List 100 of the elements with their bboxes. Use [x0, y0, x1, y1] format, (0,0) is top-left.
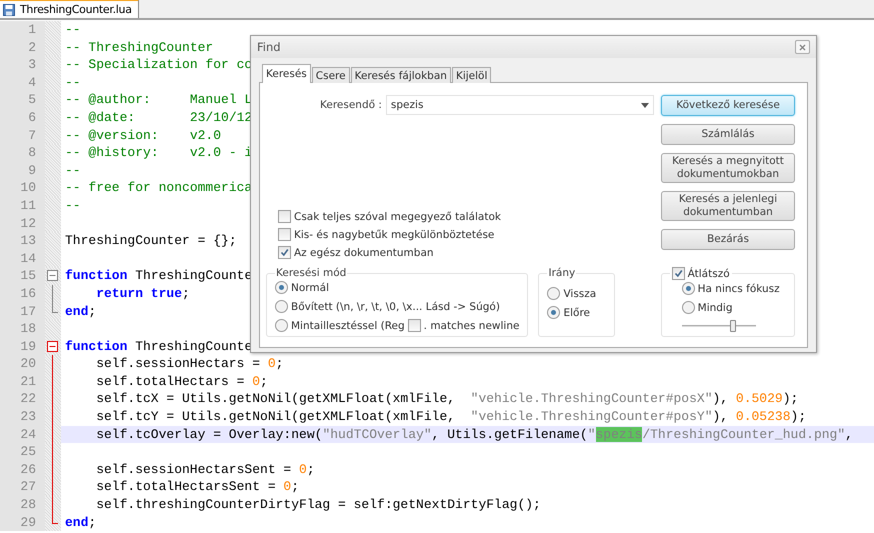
code-line: self.sessionHectarsSent = 0;	[96, 460, 315, 478]
radio-label: Mindig	[698, 302, 733, 314]
radio-button[interactable]	[275, 319, 288, 332]
dialog-tab[interactable]: Csere	[312, 67, 350, 83]
dialog-button[interactable]: Következő keresése	[661, 95, 795, 116]
fold-margin	[45, 214, 61, 232]
line-number: 4	[0, 74, 45, 92]
line-number: 23	[0, 408, 45, 426]
checkbox[interactable]	[278, 210, 291, 223]
fold-margin	[45, 91, 61, 109]
line-number: 20	[0, 355, 45, 373]
fold-margin	[45, 108, 61, 127]
checkbox[interactable]	[408, 319, 421, 332]
line-number: 9	[0, 162, 45, 180]
fold-margin	[45, 126, 61, 144]
code-line: --	[65, 74, 81, 92]
fold-margin	[45, 162, 61, 180]
fold-margin	[45, 250, 61, 268]
code-line: self.tcY = Utils.getNoNil(getXMLFloat(xmlFile, "vehicle.ThreshingCounter#posY"), 0.05238);	[96, 408, 806, 426]
line-number: 29	[0, 514, 45, 532]
line-number: 7	[0, 126, 45, 144]
fold-margin	[45, 196, 61, 215]
group-title: Irány	[547, 267, 576, 279]
checkbox[interactable]	[672, 267, 685, 280]
line-number: 3	[0, 56, 45, 74]
fold-margin	[45, 38, 61, 56]
fold-margin	[45, 320, 61, 338]
code-line: self.totalHectars = 0;	[96, 372, 268, 390]
file-tab[interactable]: ThreshingCounter.lua	[0, 0, 139, 18]
dialog-tab[interactable]: Keresés	[262, 64, 311, 83]
code-line: --	[65, 21, 81, 39]
dialog-button[interactable]: Bezárás	[661, 229, 795, 250]
line-number: 17	[0, 302, 45, 320]
line-number: 13	[0, 232, 45, 250]
code-line: self.threshingCounterDirtyFlag = self:getNextDirtyFlag();	[96, 496, 541, 514]
checkbox[interactable]	[278, 228, 291, 241]
radio-button[interactable]	[275, 300, 288, 313]
search-label: Keresendő :	[320, 99, 382, 111]
code-line: end;	[65, 302, 96, 320]
slider-thumb[interactable]	[730, 320, 736, 332]
radio-label: Bővített (\n, \r, \t, \0, \x... Lásd -> Súgó)	[291, 300, 500, 312]
close-button[interactable]	[795, 40, 810, 54]
line-number: 5	[0, 91, 45, 109]
code-line: end;	[65, 514, 96, 532]
fold-margin	[45, 232, 61, 250]
fold-margin	[45, 74, 61, 92]
checkbox-label: . matches newline	[424, 320, 520, 332]
radio-button[interactable]	[682, 301, 695, 314]
line-number: 25	[0, 443, 45, 461]
line-number: 12	[0, 214, 45, 232]
code-line: -- free for noncommerica	[65, 179, 252, 197]
radio-button[interactable]	[547, 287, 560, 300]
code-line: -- ThreshingCounter	[65, 38, 214, 56]
radio-label: Vissza	[563, 288, 596, 300]
radio-button[interactable]	[547, 306, 560, 319]
checkbox[interactable]	[278, 246, 291, 259]
checkbox-label: Átlátszó	[688, 268, 730, 280]
line-number: 18	[0, 320, 45, 338]
line-number: 24	[0, 426, 45, 444]
line-number: 19	[0, 338, 45, 356]
checkbox-label: Az egész dokumentumban	[294, 246, 434, 258]
line-number: 27	[0, 478, 45, 496]
line-number: 6	[0, 108, 45, 127]
dialog-tab[interactable]: Keresés fájlokban	[350, 67, 451, 83]
code-line: self.tcOverlay = Overlay:new("hudTCOverlay", Utils.getFilename("spezis/ThreshingCounter_hud.png",	[96, 426, 853, 444]
line-number: 1	[0, 21, 45, 39]
dialog-title: Find	[257, 40, 281, 54]
code-line: self.totalHectarsSent = 0;	[96, 478, 300, 496]
code-line: --	[65, 196, 81, 215]
code-line: function ThreshingCounte	[65, 267, 252, 285]
close-icon[interactable]	[799, 44, 806, 50]
code-line: return true;	[96, 284, 190, 302]
fold-toggle-icon[interactable]	[47, 340, 58, 352]
line-number: 2	[0, 38, 45, 56]
code-line: --	[65, 162, 81, 180]
code-line: function ThreshingCounte	[65, 338, 252, 356]
line-number: 16	[0, 284, 45, 302]
line-number: 28	[0, 496, 45, 514]
search-field[interactable]: spezis	[386, 95, 654, 115]
dialog-tab[interactable]: Kijelöl	[452, 67, 492, 83]
line-number: 11	[0, 196, 45, 215]
radio-button[interactable]	[275, 281, 288, 294]
fold-margin	[45, 21, 61, 39]
dropdown-caret-icon[interactable]	[640, 102, 649, 108]
fold-margin	[45, 56, 61, 74]
checkbox-label: Kis- és nagybetűk megkülönböztetése	[294, 228, 494, 240]
code-line: -- @date: 23/10/12	[65, 108, 252, 127]
radio-button[interactable]	[682, 282, 695, 295]
code-line: self.sessionHectars = 0;	[96, 355, 284, 373]
radio-label: Normál	[291, 282, 329, 294]
line-number: 21	[0, 372, 45, 390]
code-line: -- @version: v2.0	[65, 126, 222, 144]
fold-toggle-icon[interactable]	[47, 270, 58, 282]
radio-label: Ha nincs fókusz	[698, 282, 780, 294]
line-number: 10	[0, 179, 45, 197]
line-number: 14	[0, 250, 45, 268]
dialog-button[interactable]: Keresés a jelenlegi dokumentumban	[661, 191, 795, 221]
dialog-button[interactable]: Számlálás	[661, 124, 795, 145]
line-number: 22	[0, 390, 45, 408]
dialog-button[interactable]: Keresés a megnyitott dokumentumokban	[661, 153, 795, 183]
